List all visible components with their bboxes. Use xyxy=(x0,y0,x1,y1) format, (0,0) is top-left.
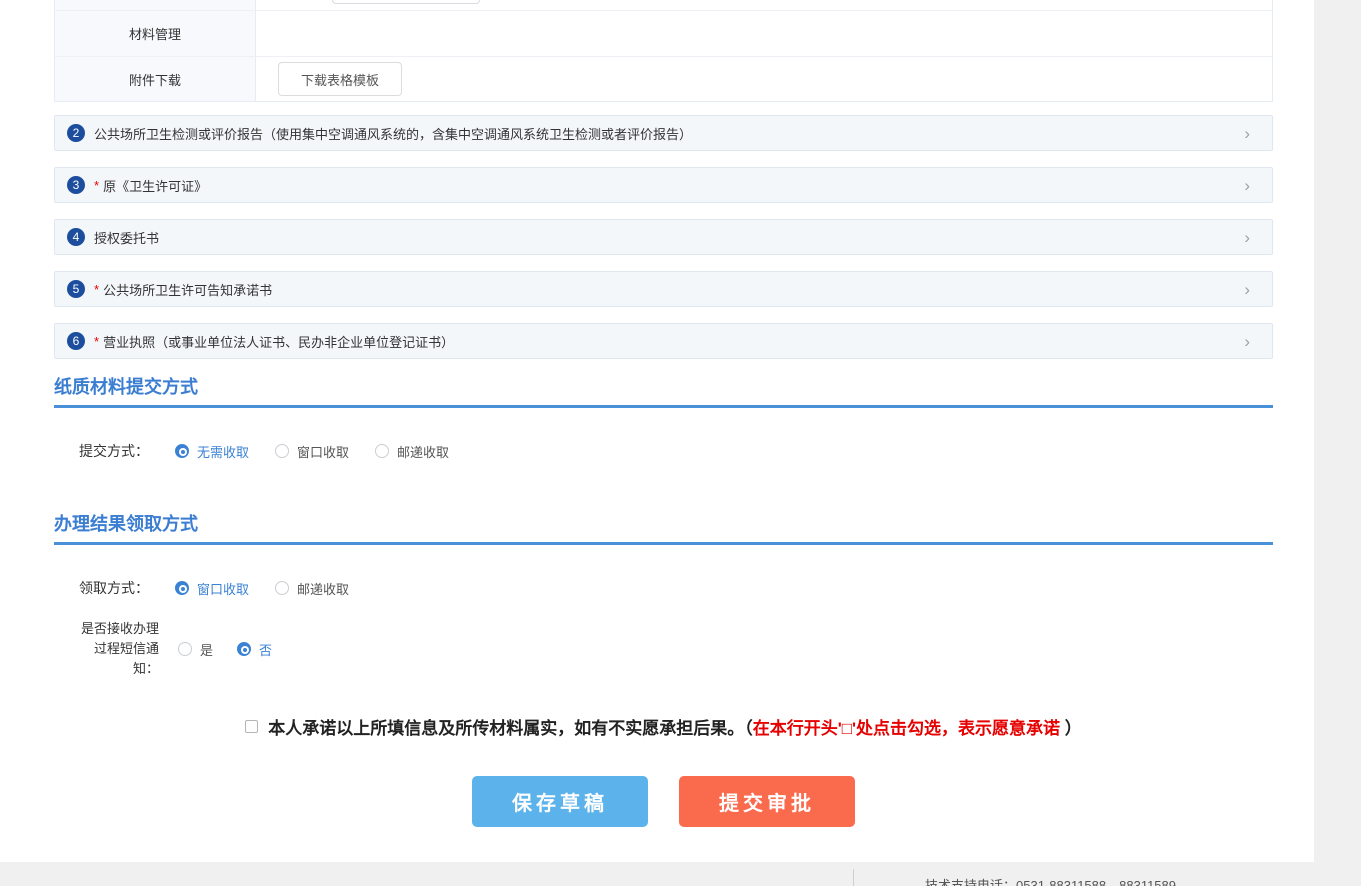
item-number-badge: 6 xyxy=(67,332,85,350)
table-row: 附件下载 下载表格模板 xyxy=(55,56,1272,101)
radio-option-sms-no[interactable]: 否 xyxy=(237,640,272,659)
chevron-right-icon: › xyxy=(1244,281,1250,298)
material-item-2[interactable]: 2 公共场所卫生检测或评价报告（使用集中空调通风系统的，含集中空调通风系统卫生检… xyxy=(54,115,1273,151)
item-number-badge: 3 xyxy=(67,176,85,194)
footer-divider xyxy=(853,869,854,886)
table-label-cell xyxy=(55,0,256,10)
item-number-badge: 4 xyxy=(67,228,85,246)
material-item-5[interactable]: 5 * 公共场所卫生许可告知承诺书 › xyxy=(54,271,1273,307)
commitment-hint-red: 在本行开头'□'处点击勾选，表示愿意承诺 xyxy=(753,719,1065,738)
material-item-label: 公共场所卫生检测或评价报告（使用集中空调通风系统的，含集中空调通风系统卫生检测或… xyxy=(94,124,692,143)
radio-unselected-icon[interactable] xyxy=(275,581,289,595)
material-item-label: 授权委托书 xyxy=(94,228,159,247)
radio-option-no-collection[interactable]: 无需收取 xyxy=(175,442,275,461)
material-info-table: 材料管理 附件下载 下载表格模板 xyxy=(54,0,1273,102)
support-phone-text: 技术支持电话：0531-88311588、88311589 xyxy=(925,875,1176,886)
commitment-checkbox[interactable] xyxy=(245,720,258,733)
commitment-text: 本人承诺以上所填信息及所传材料属实，如有不实愿承担后果。（ xyxy=(268,719,753,738)
chevron-right-icon: › xyxy=(1244,125,1250,142)
radio-option-mail-pickup[interactable]: 邮递收取 xyxy=(275,579,375,598)
sms-notify-field: 是否接收办理过程短信通知： 是 否 xyxy=(54,619,1273,679)
radio-unselected-icon[interactable] xyxy=(275,444,289,458)
page-footer: 技术支持电话：0531-88311588、88311589 xyxy=(0,862,1361,886)
submit-method-label: 提交方式： xyxy=(69,441,149,461)
material-manage-value xyxy=(256,11,1272,56)
result-pickup-section-title: 办理结果领取方式 xyxy=(54,510,1273,545)
table-row: 材料管理 xyxy=(55,10,1272,56)
item-number-badge: 2 xyxy=(67,124,85,142)
chevron-right-icon: › xyxy=(1244,229,1250,246)
material-item-label: 原《卫生许可证》 xyxy=(103,176,207,195)
commitment-close-paren: ） xyxy=(1065,719,1082,738)
material-item-label: 营业执照（或事业单位法人证书、民办非企业单位登记证书） xyxy=(103,332,454,351)
pickup-method-label: 领取方式： xyxy=(69,578,149,598)
material-item-3[interactable]: 3 * 原《卫生许可证》 › xyxy=(54,167,1273,203)
material-item-4[interactable]: 4 授权委托书 › xyxy=(54,219,1273,255)
chevron-right-icon: › xyxy=(1244,333,1250,350)
radio-selected-icon[interactable] xyxy=(237,642,251,656)
material-item-6[interactable]: 6 * 营业执照（或事业单位法人证书、民办非企业单位登记证书） › xyxy=(54,323,1273,359)
material-item-label: 公共场所卫生许可告知承诺书 xyxy=(103,280,272,299)
pickup-method-field: 领取方式： 窗口收取 邮递收取 xyxy=(54,577,1273,599)
radio-option-sms-yes[interactable]: 是 xyxy=(178,640,213,659)
action-buttons: 保存草稿 提交审批 xyxy=(54,776,1273,827)
commitment-row: 本人承诺以上所填信息及所传材料属实，如有不实愿承担后果。（在本行开头'□'处点击… xyxy=(54,714,1273,739)
submit-method-field: 提交方式： 无需收取 窗口收取 邮递收取 xyxy=(54,440,1273,462)
radio-selected-icon[interactable] xyxy=(175,444,189,458)
required-asterisk: * xyxy=(94,282,99,297)
required-asterisk: * xyxy=(94,334,99,349)
sms-notify-label: 是否接收办理过程短信通知： xyxy=(79,619,159,679)
radio-option-mail-collection[interactable]: 邮递收取 xyxy=(375,442,475,461)
radio-option-window-collection[interactable]: 窗口收取 xyxy=(275,442,375,461)
radio-selected-icon[interactable] xyxy=(175,581,189,595)
radio-unselected-icon[interactable] xyxy=(178,642,192,656)
material-manage-label: 材料管理 xyxy=(55,11,256,56)
radio-option-window-pickup[interactable]: 窗口收取 xyxy=(175,579,275,598)
form-content-panel: 材料管理 附件下载 下载表格模板 2 公共场所卫生检测或评价报告（使用集中空调通… xyxy=(0,0,1314,862)
radio-unselected-icon[interactable] xyxy=(375,444,389,458)
paper-submit-section-title: 纸质材料提交方式 xyxy=(54,373,1273,408)
attachment-download-label: 附件下载 xyxy=(55,57,256,101)
table-row-partial xyxy=(55,0,1272,10)
download-template-button[interactable]: 下载表格模板 xyxy=(278,62,402,96)
item-number-badge: 5 xyxy=(67,280,85,298)
save-draft-button[interactable]: 保存草稿 xyxy=(472,776,648,827)
cropped-top-button[interactable] xyxy=(332,0,480,4)
chevron-right-icon: › xyxy=(1244,177,1250,194)
submit-approval-button[interactable]: 提交审批 xyxy=(679,776,855,827)
required-asterisk: * xyxy=(94,178,99,193)
